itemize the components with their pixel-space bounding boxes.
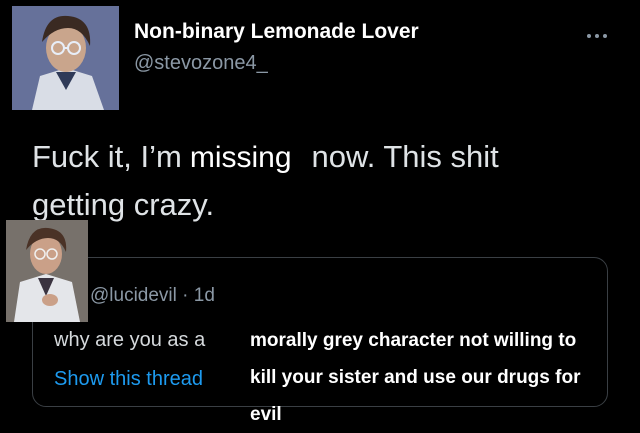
profile-avatar[interactable] (12, 6, 119, 110)
show-thread-link[interactable]: Show this thread (54, 368, 203, 391)
tweet-text: Fuck it, I’m missing now. This shit gettin… (32, 133, 592, 228)
caption-line: morally grey character not willing to (250, 330, 577, 351)
caption-line: evil (250, 404, 282, 425)
tweet-text-before: Fuck it, I’m (32, 139, 182, 174)
quoted-avatar (6, 220, 88, 322)
user-handle[interactable]: @stevozone4_ (134, 52, 268, 75)
more-horizontal-icon[interactable] (584, 28, 610, 38)
quoted-tweet-text: why are you as a (54, 329, 206, 351)
display-name[interactable]: Non-binary Lemonade Lover (134, 20, 419, 44)
caption-block: morally grey character not willing to ki… (250, 322, 620, 433)
caption-line: kill your sister and use our drugs for (250, 367, 581, 388)
caption-missing: missing (189, 141, 292, 174)
quoted-tweet-author[interactable]: @lucidevil · 1d (90, 285, 215, 307)
